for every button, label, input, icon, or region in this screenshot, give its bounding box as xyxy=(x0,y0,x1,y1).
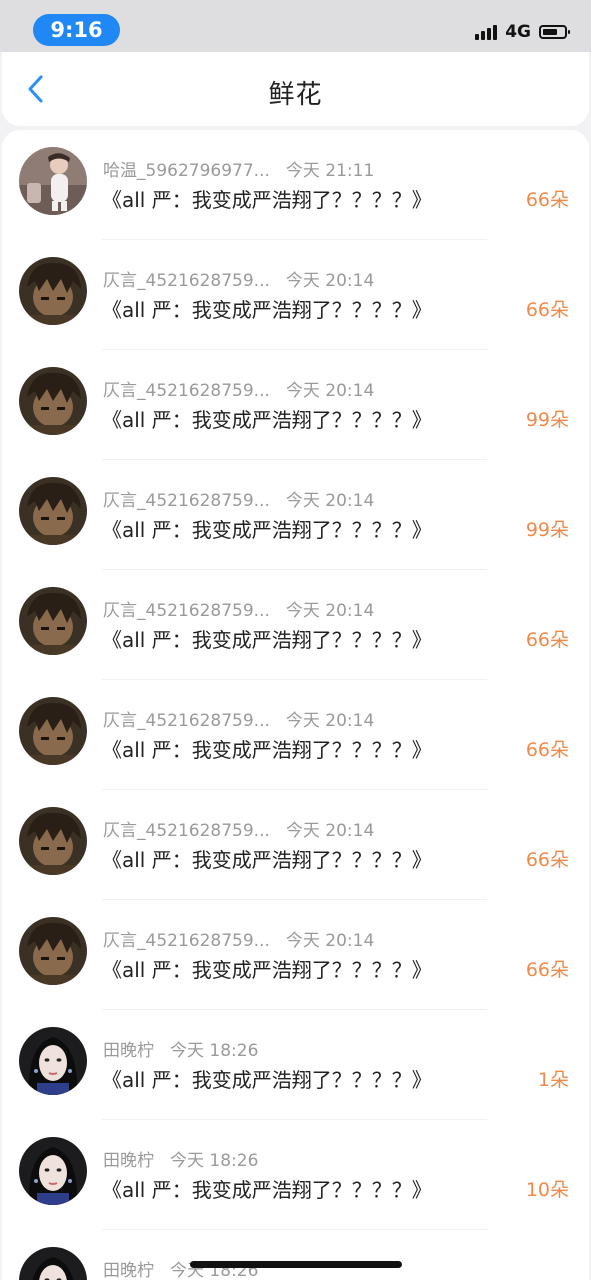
item-meta: 哈温_5962796977... 今天 21:11 xyxy=(103,156,374,181)
work-title: 《all 严：我变成严浩翔了？？？？》 xyxy=(102,188,432,212)
username: 哈温_5962796977... xyxy=(103,161,270,181)
gift-list: 哈温_5962796977... 今天 21:11 《all 严：我变成严浩翔了？？… xyxy=(2,130,589,1280)
username: 仄言_4521628759... xyxy=(103,711,270,731)
timestamp: 今天 20:14 xyxy=(285,931,375,951)
username: 仄言_4521628759... xyxy=(103,271,270,291)
flower-count: 66朵 xyxy=(525,299,569,321)
username: 仄言_4521628759... xyxy=(103,821,270,841)
timestamp: 今天 21:11 xyxy=(285,161,375,181)
list-item[interactable]: 田晚柠 今天 18:26 《all 严：我变成严浩翔了？？？？》 10朵 xyxy=(2,1120,589,1230)
work-title: 《all 严：我变成严浩翔了？？？？》 xyxy=(102,518,432,542)
flower-count: 66朵 xyxy=(525,849,569,871)
avatar[interactable] xyxy=(19,257,87,325)
timestamp: 今天 20:14 xyxy=(285,381,375,401)
username: 仄言_4521628759... xyxy=(103,491,270,511)
avatar[interactable] xyxy=(19,477,87,545)
list-item[interactable]: 哈温_5962796977... 今天 21:11 《all 严：我变成严浩翔了？？… xyxy=(2,130,589,240)
network-type: 4G xyxy=(505,22,531,42)
avatar[interactable] xyxy=(19,1027,87,1095)
item-meta: 田晚柠 今天 18:26 xyxy=(103,1146,258,1171)
battery-icon xyxy=(539,25,570,39)
timestamp: 今天 18:26 xyxy=(170,1151,259,1171)
status-bar: 9:16 4G xyxy=(0,0,591,52)
item-meta: 田晚柠 今天 18:26 xyxy=(103,1036,258,1061)
status-time: 9:16 xyxy=(33,14,120,46)
list-item[interactable]: 仄言_4521628759... 今天 20:14 《all 严：我变成严浩翔了？？… xyxy=(2,240,589,350)
list-item[interactable]: 仄言_4521628759... 今天 20:14 《all 严：我变成严浩翔了？？… xyxy=(2,570,589,680)
item-meta: 仄言_4521628759... 今天 20:14 xyxy=(103,376,374,401)
work-title: 《all 严：我变成严浩翔了？？？？》 xyxy=(102,958,432,982)
username: 田晚柠 xyxy=(103,1041,154,1061)
item-meta: 仄言_4521628759... 今天 20:14 xyxy=(103,926,374,951)
username: 仄言_4521628759... xyxy=(103,381,270,401)
list-item[interactable]: 仄言_4521628759... 今天 20:14 《all 严：我变成严浩翔了？？… xyxy=(2,790,589,900)
flower-count: 66朵 xyxy=(525,739,569,761)
timestamp: 今天 20:14 xyxy=(285,711,375,731)
work-title: 《all 严：我变成严浩翔了？？？？》 xyxy=(102,298,432,322)
item-meta: 仄言_4521628759... 今天 20:14 xyxy=(103,706,374,731)
avatar[interactable] xyxy=(19,1137,87,1205)
timestamp: 今天 20:14 xyxy=(285,821,375,841)
flower-count: 10朵 xyxy=(525,1179,569,1201)
item-meta: 仄言_4521628759... 今天 20:14 xyxy=(103,486,374,511)
avatar[interactable] xyxy=(19,1247,87,1280)
username: 仄言_4521628759... xyxy=(103,931,270,951)
username: 仄言_4521628759... xyxy=(103,601,270,621)
item-meta: 仄言_4521628759... 今天 20:14 xyxy=(103,596,374,621)
timestamp: 今天 18:26 xyxy=(170,1041,259,1061)
work-title: 《all 严：我变成严浩翔了？？？？》 xyxy=(102,1068,432,1092)
flower-count: 66朵 xyxy=(525,629,569,651)
timestamp: 今天 20:14 xyxy=(285,271,375,291)
flower-count: 66朵 xyxy=(525,189,569,211)
list-item[interactable]: 田晚柠 今天 18:26 《all 严：我变成严浩翔了？？？？》 1朵 xyxy=(2,1010,589,1120)
flower-count: 66朵 xyxy=(525,959,569,981)
work-title: 《all 严：我变成严浩翔了？？？？》 xyxy=(102,628,432,652)
avatar[interactable] xyxy=(19,587,87,655)
signal-icon xyxy=(475,24,498,40)
timestamp: 今天 20:14 xyxy=(285,601,375,621)
work-title: 《all 严：我变成严浩翔了？？？？》 xyxy=(102,738,432,762)
item-meta: 仄言_4521628759... 今天 20:14 xyxy=(103,816,374,841)
work-title: 《all 严：我变成严浩翔了？？？？》 xyxy=(102,1178,432,1202)
timestamp: 今天 20:14 xyxy=(285,491,375,511)
flower-count: 99朵 xyxy=(525,409,569,431)
avatar[interactable] xyxy=(19,917,87,985)
list-item[interactable]: 仄言_4521628759... 今天 20:14 《all 严：我变成严浩翔了？？… xyxy=(2,460,589,570)
page-title: 鲜花 xyxy=(268,80,323,110)
status-icons: 4G xyxy=(475,21,570,43)
work-title: 《all 严：我变成严浩翔了？？？？》 xyxy=(102,408,432,432)
username: 田晚柠 xyxy=(103,1261,154,1280)
work-title: 《all 严：我变成严浩翔了？？？？》 xyxy=(102,848,432,872)
avatar[interactable] xyxy=(19,367,87,435)
home-indicator xyxy=(190,1261,402,1268)
list-item[interactable]: 仄言_4521628759... 今天 20:14 《all 严：我变成严浩翔了？？… xyxy=(2,350,589,460)
flower-count: 1朵 xyxy=(537,1069,569,1091)
flower-count: 99朵 xyxy=(525,519,569,541)
username: 田晚柠 xyxy=(103,1151,154,1171)
avatar[interactable] xyxy=(19,697,87,765)
item-meta: 田晚柠 今天 18:26 xyxy=(103,1256,258,1280)
nav-header: 鲜花 xyxy=(2,52,589,126)
item-meta: 仄言_4521628759... 今天 20:14 xyxy=(103,266,374,291)
list-item[interactable]: 仄言_4521628759... 今天 20:14 《all 严：我变成严浩翔了？？… xyxy=(2,900,589,1010)
list-item[interactable]: 仄言_4521628759... 今天 20:14 《all 严：我变成严浩翔了？？… xyxy=(2,680,589,790)
avatar[interactable] xyxy=(19,147,87,215)
list-item[interactable]: 田晚柠 今天 18:26 xyxy=(2,1230,589,1280)
avatar[interactable] xyxy=(19,807,87,875)
